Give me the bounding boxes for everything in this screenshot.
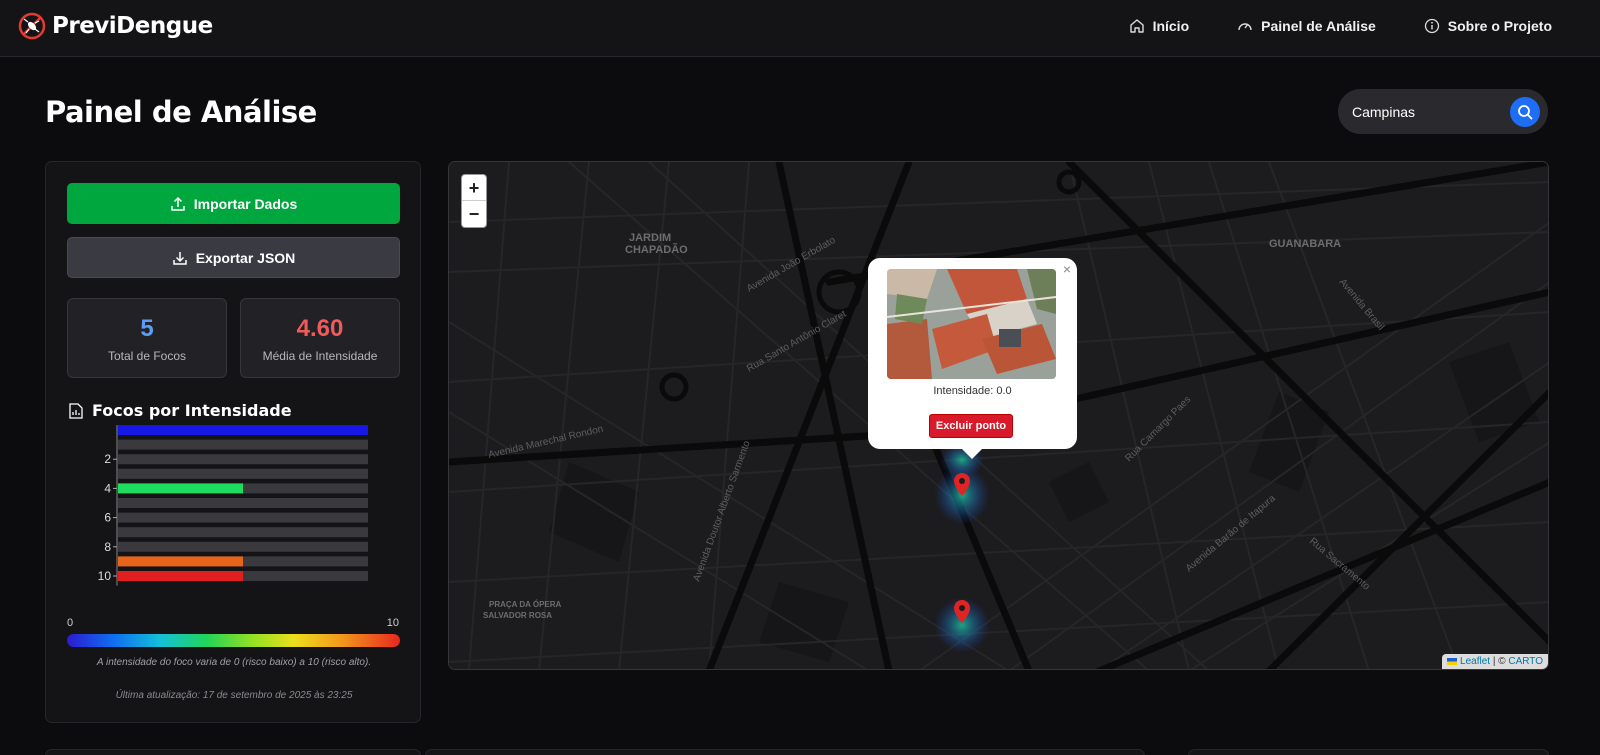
bar-track [118, 454, 368, 465]
last-updated: Última atualização: 17 de setembro de 20… [115, 690, 353, 701]
bar-intensity-9[interactable] [118, 556, 243, 567]
nav-link-label: Início [1152, 18, 1190, 34]
city-search [1338, 89, 1548, 134]
nav-links: Início Painel de Análise Sobre o Projeto [1129, 18, 1552, 34]
gradient-max-label: 10 [386, 617, 399, 629]
zoom-control: + − [461, 174, 487, 228]
search-icon [1518, 105, 1533, 120]
bar-track [118, 498, 368, 508]
delete-point-button[interactable]: Excluir ponto [929, 414, 1013, 438]
bottom-card [425, 749, 1145, 755]
gauge-icon [1238, 23, 1252, 31]
leaflet-link[interactable]: Leaflet [1460, 656, 1490, 667]
bar-intensity-10[interactable] [118, 571, 243, 581]
home-icon [1129, 19, 1144, 33]
nav-link-painel[interactable]: Painel de Análise [1237, 18, 1376, 34]
bar-track [118, 468, 368, 479]
tick-label: 4 [104, 481, 111, 495]
popup-intensity: Intensidade: 0.0 [933, 385, 1012, 397]
zoom-in-button[interactable]: + [462, 175, 486, 201]
map-label: JARDIM [629, 232, 671, 244]
tick-label: 8 [104, 540, 111, 554]
tick-label: 10 [98, 569, 112, 583]
bar-track [118, 512, 368, 523]
nav-link-label: Painel de Análise [1261, 18, 1376, 34]
gradient-note: A intensidade do foco varia de 0 (risco … [96, 657, 372, 668]
bar-track [118, 541, 368, 552]
bar-track [118, 527, 368, 538]
ukraine-flag-icon [1447, 657, 1458, 665]
bar-intensity-0[interactable] [118, 425, 368, 435]
intensity-gradient-bar [67, 634, 400, 647]
map-label: CHAPADÃO [625, 243, 688, 256]
page-title: Painel de Análise [45, 95, 317, 129]
map-attribution: Leaflet | © CARTO [1442, 654, 1548, 669]
brand-name: PreviDengue [52, 13, 213, 39]
search-button[interactable] [1510, 97, 1540, 127]
city-search-input[interactable] [1352, 101, 1502, 123]
tick-label: 2 [104, 452, 111, 466]
zoom-out-button[interactable]: − [462, 201, 486, 227]
analysis-panel: Importar Dados Exportar JSON 5 Total de … [45, 161, 421, 723]
bar-track [118, 439, 368, 450]
nav-link-sobre[interactable]: Sobre o Projeto [1424, 18, 1552, 34]
map-label: PRAÇA DA ÓPERA [489, 600, 562, 609]
bar-intensity-4[interactable] [118, 483, 243, 494]
map-label: SALVADOR ROSA [483, 611, 552, 620]
navbar: PreviDengue Início Painel de Análise Sob… [0, 0, 1600, 57]
carto-link[interactable]: CARTO [1508, 656, 1543, 667]
map-marker-pin[interactable] [953, 600, 971, 624]
intensity-bar-chart: 2 4 6 8 10 [98, 425, 368, 586]
mosquito-icon [18, 12, 46, 40]
brand[interactable]: PreviDengue [18, 12, 213, 40]
info-icon [1424, 18, 1439, 34]
gradient-min-label: 0 [67, 617, 74, 629]
nav-link-inicio[interactable]: Início [1129, 18, 1190, 34]
tick-label: 6 [104, 511, 111, 525]
map-label: GUANABARA [1269, 238, 1341, 250]
marker-popup: × Intensidade: 0.0 Excluir ponto [868, 258, 1077, 459]
nav-link-label: Sobre o Projeto [1447, 18, 1552, 34]
map-marker-pin[interactable] [953, 473, 971, 497]
popup-close-button[interactable]: × [1063, 261, 1071, 277]
bottom-card [1188, 749, 1549, 755]
map[interactable]: JARDIM CHAPADÃO GUANABARA PRAÇA DA ÓPERA… [448, 161, 1549, 670]
aerial-photo [887, 269, 1056, 379]
bottom-card [45, 749, 421, 755]
attribution-separator: | © [1490, 656, 1509, 667]
